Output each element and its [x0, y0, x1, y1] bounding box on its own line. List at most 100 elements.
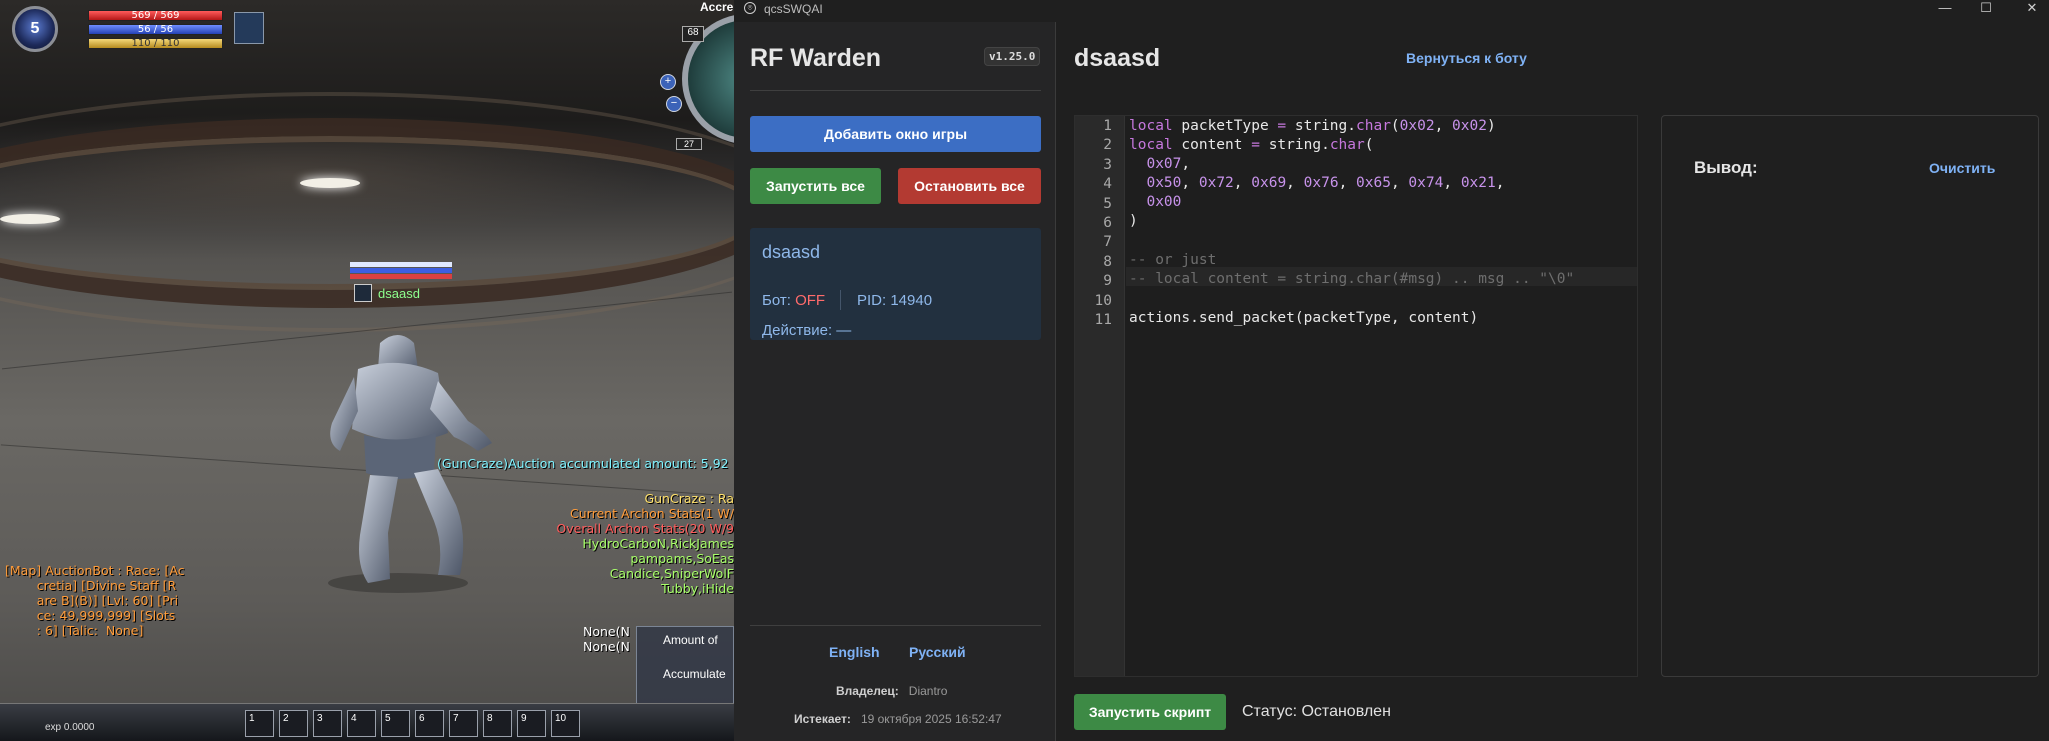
code-line: -- local content = string.char(#msg) .. … — [1129, 271, 1575, 287]
line-number: 9 — [1103, 273, 1112, 290]
minimap-label: Accre — [700, 0, 734, 14]
stop-all-button[interactable]: Остановить все — [898, 168, 1041, 204]
sp-bar: 110 / 110 — [88, 38, 223, 49]
zoom-in-icon[interactable]: + — [660, 74, 676, 90]
character-nameplate: dsaasd — [350, 262, 452, 302]
chat-line: None(N — [583, 639, 630, 654]
skill-slot[interactable]: 7 — [449, 710, 478, 737]
line-number: 10 — [1094, 292, 1112, 309]
line-number-gutter: 1 2 3 4 5 6 7 8 9 10 11 — [1075, 116, 1125, 676]
code-line: local content = string.char( — [1129, 137, 1374, 153]
skill-slot[interactable]: 5 — [381, 710, 410, 737]
chat-line: Candice,SniperWolF — [609, 566, 734, 581]
chat-line: pampams,SoEas — [630, 551, 734, 566]
code-line: 0x00 — [1146, 194, 1182, 210]
line-number: 3 — [1103, 156, 1112, 173]
line-number: 1 — [1103, 118, 1112, 134]
expires-row: Истекает: 19 октября 2025 16:52:47 — [794, 712, 1002, 726]
nameplate-fp-bar — [350, 268, 452, 273]
character-name: dsaasd — [378, 286, 420, 301]
skill-slot[interactable]: 2 — [279, 710, 308, 737]
line-number: 6 — [1103, 215, 1112, 231]
skill-slot[interactable]: 9 — [517, 710, 546, 737]
card-divider — [840, 290, 841, 310]
panel-line: Amount of — [663, 633, 718, 647]
chat-line: Tubby,iHide — [661, 581, 734, 596]
line-number: 11 — [1094, 312, 1112, 328]
chat-line: HydroCarboN,RickJames — [582, 536, 734, 551]
minimize-icon[interactable]: — — [1930, 0, 1960, 18]
map-chat-log: [Map] AuctionBot : Race: [Ac cretia] [Di… — [5, 563, 185, 638]
clear-output-link[interactable]: Очистить — [1929, 160, 1995, 176]
code-line: actions.send_packet(packetType, content) — [1129, 310, 1479, 326]
minimap-small-value: 27 — [676, 138, 702, 150]
code-line: 0x50, 0x72, 0x69, 0x76, 0x65, 0x74, 0x21… — [1146, 175, 1505, 191]
skill-slot[interactable]: 4 — [347, 710, 376, 737]
map-chat-line: [Map] AuctionBot : Race: [Ac — [5, 563, 185, 578]
fp-bar: 56 / 56 — [88, 24, 223, 35]
skill-slot[interactable]: 3 — [313, 710, 342, 737]
code-editor[interactable]: 1 2 3 4 5 6 7 8 9 10 11 local packetType = string.… — [1074, 115, 1638, 677]
sidebar: RF Warden v1.25.0 Добавить окно игры Зап… — [734, 22, 1056, 741]
target-portrait-icon[interactable] — [234, 12, 264, 44]
start-all-button[interactable]: Запустить все — [750, 168, 881, 204]
expires-label: Истекает: — [794, 712, 851, 726]
skill-slot[interactable]: 1 — [245, 710, 274, 737]
nameplate-sp-bar — [350, 274, 452, 279]
map-chat-line: : 6] [Talic: None] — [5, 623, 144, 638]
add-game-window-button[interactable]: Добавить окно игры — [750, 116, 1041, 152]
code-line: ) — [1129, 213, 1138, 229]
window-title: qcsSWQAI — [764, 2, 823, 16]
player-status-hud: 5 569 / 569 56 / 56 110 / 110 — [6, 4, 264, 52]
skill-slot[interactable]: 8 — [483, 710, 512, 737]
app-brand: RF Warden — [750, 44, 882, 72]
minimap[interactable]: Accre 68 + − 27 — [660, 0, 734, 150]
line-number: 7 — [1103, 234, 1112, 251]
version-badge: v1.25.0 — [984, 47, 1041, 66]
bot-state-row: Бот: OFF — [762, 292, 825, 309]
line-number: 2 — [1103, 137, 1112, 154]
bot-card[interactable]: dsaasd Бот: OFF PID: 14940 Действие: — — [750, 228, 1041, 340]
chat-auction-line: (GunCraze)Auction accumulated amount: 5,… — [437, 456, 729, 471]
output-panel: Вывод: Очистить — [1661, 115, 2039, 677]
zoom-out-icon[interactable]: − — [666, 96, 682, 112]
minimap-value: 68 — [682, 26, 704, 42]
lang-english-link[interactable]: English — [829, 644, 880, 660]
lang-russian-link[interactable]: Русский — [909, 644, 966, 660]
level-orb: 5 — [12, 6, 58, 52]
chat-none-lines: None(N None(N — [583, 624, 630, 654]
output-label: Вывод: — [1694, 158, 1758, 177]
bot-card-name: dsaasd — [762, 242, 821, 262]
bot-state-badge: OFF — [795, 292, 826, 309]
chat-line: GunCraze : Ra — [644, 491, 734, 506]
title-bar: ⌾ qcsSWQAI — ☐ ✕ — [734, 0, 2049, 18]
line-number: 4 — [1103, 176, 1112, 193]
skill-bar: exp 0.0000 1 2 3 4 5 6 7 8 9 10 — [0, 703, 734, 741]
pid-label: PID: 14940 — [857, 292, 933, 309]
chat-line: Overall Archon Stats(20 W/9 — [556, 521, 734, 536]
rf-warden-window: ⌾ qcsSWQAI — ☐ ✕ RF Warden v1.25.0 Добав… — [734, 0, 2049, 741]
class-icon — [354, 284, 372, 302]
divider — [750, 90, 1041, 91]
owner-value: Diantro — [908, 684, 948, 698]
maximize-icon[interactable]: ☐ — [1971, 0, 2001, 18]
map-chat-line: ce: 49,999,999] [Slots — [5, 608, 176, 623]
run-script-button[interactable]: Запустить скрипт — [1074, 694, 1226, 730]
hp-bar: 569 / 569 — [88, 10, 223, 21]
owner-row: Владелец: Diantro — [836, 684, 947, 698]
owner-label: Владелец: — [836, 684, 899, 698]
code-line: 0x07, — [1146, 156, 1191, 172]
chat-line: None(N — [583, 624, 630, 639]
back-to-bot-link[interactable]: Вернуться к боту — [1406, 50, 1527, 66]
code-line: -- or just — [1129, 252, 1217, 268]
app-logo-icon: ⌾ — [744, 2, 756, 14]
bot-label: Бот: — [762, 292, 791, 309]
code-line: local packetType = string.char(0x02, 0x0… — [1129, 118, 1496, 134]
game-viewport[interactable]: 5 569 / 569 56 / 56 110 / 110 Accre 68 +… — [0, 0, 734, 741]
action-label: Действие: — — [762, 322, 852, 339]
close-icon[interactable]: ✕ — [2017, 0, 2047, 18]
map-chat-line: are B](B)] [Lvl: 60] [Pri — [5, 593, 179, 608]
skill-slot[interactable]: 10 — [551, 710, 580, 737]
accumulated-panel: Amount of Accumulate — [636, 626, 734, 706]
skill-slot[interactable]: 6 — [415, 710, 444, 737]
